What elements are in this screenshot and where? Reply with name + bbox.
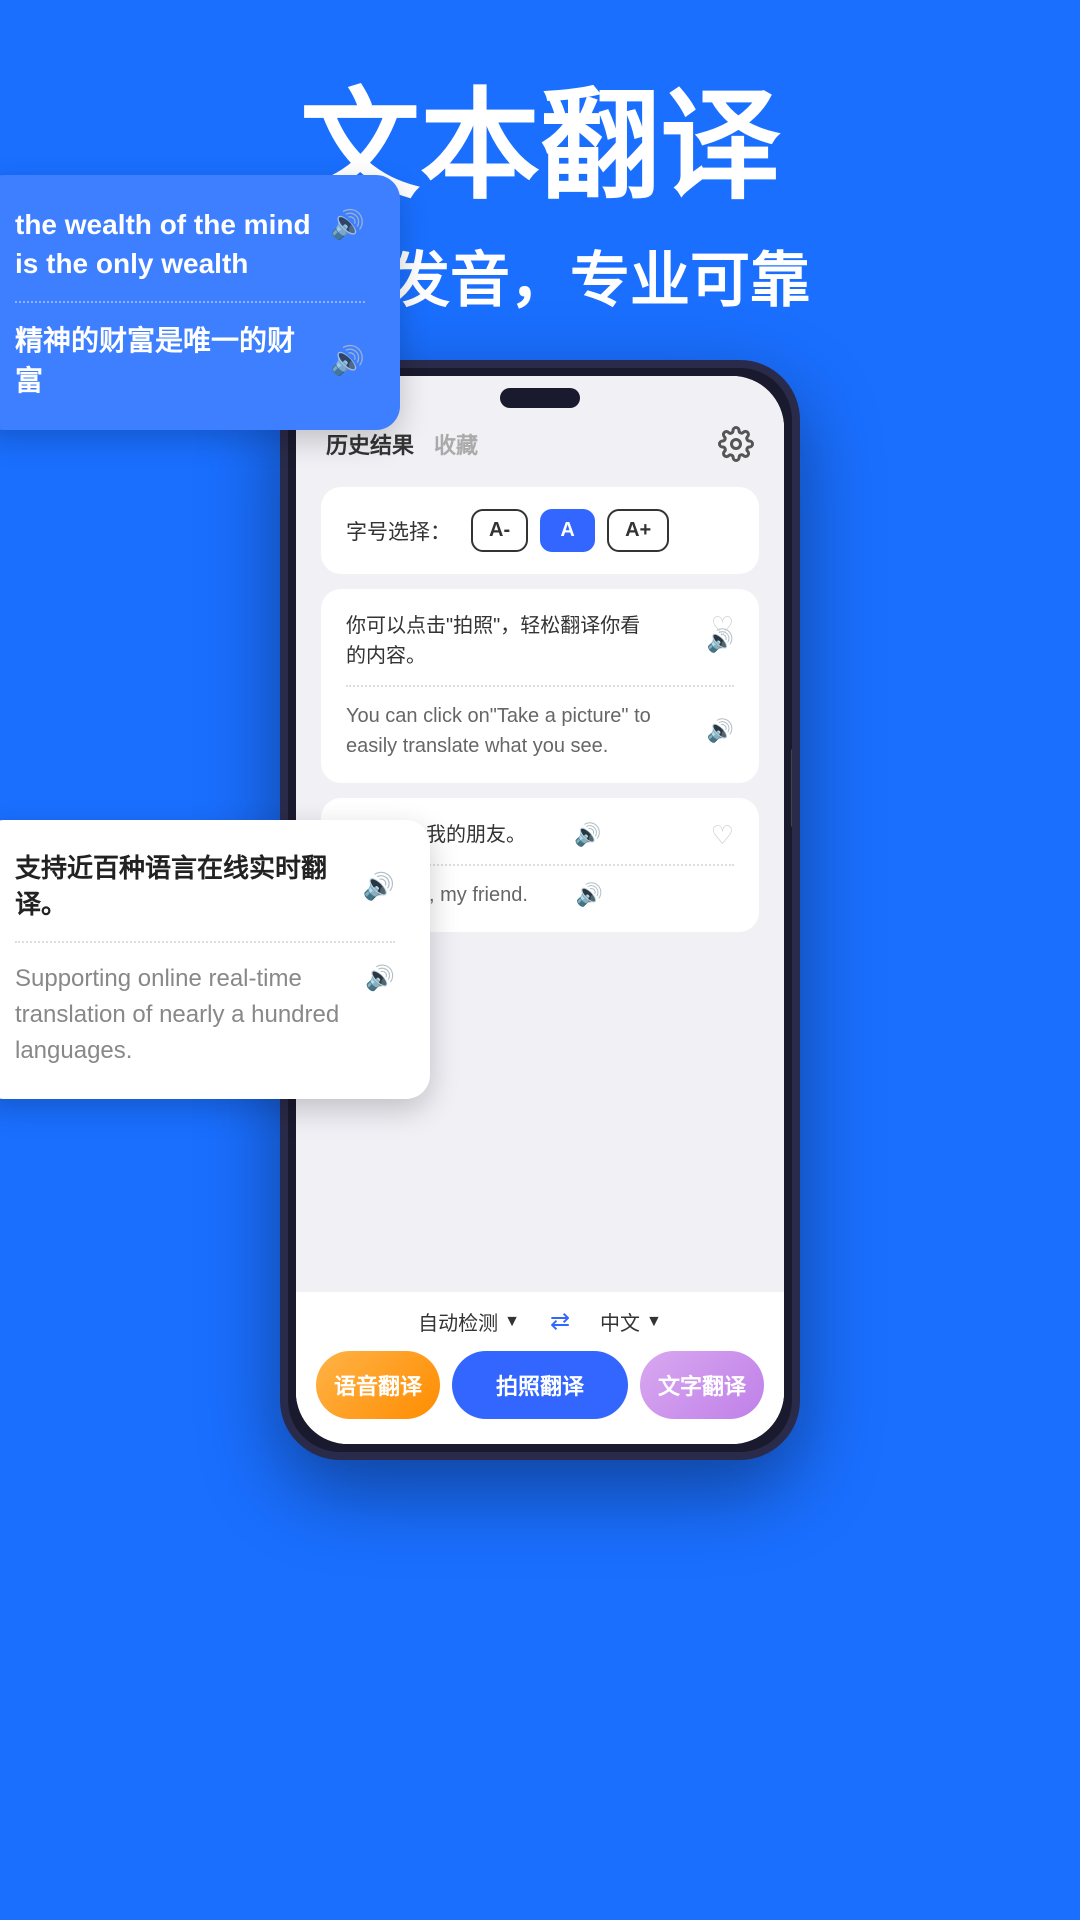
font-large-button[interactable]: A+ bbox=[607, 509, 669, 552]
action-buttons: 语音翻译 拍照翻译 文字翻译 bbox=[316, 1351, 764, 1419]
target-text-1: You can click on"Take a picture" to easi… bbox=[346, 701, 699, 761]
font-medium-button[interactable]: A bbox=[540, 509, 595, 552]
speaker-icon-2b[interactable]: 🔊 bbox=[576, 882, 603, 908]
favorite-icon-2[interactable]: ♡ bbox=[711, 820, 734, 851]
photo-translate-button[interactable]: 拍照翻译 bbox=[452, 1351, 628, 1419]
fc2-target-speaker-icon[interactable]: 🔊 bbox=[365, 961, 395, 997]
fc1-source: the wealth of the mind is the only wealt… bbox=[15, 205, 365, 283]
phone-notch bbox=[500, 388, 580, 408]
source-text-1: 你可以点击"拍照"，轻松翻译你看的内容。 bbox=[346, 611, 699, 671]
lang-to-selector[interactable]: 中文 ▼ bbox=[600, 1307, 662, 1336]
settings-icon[interactable] bbox=[718, 426, 754, 462]
fc2-target: Supporting online real-time translation … bbox=[15, 961, 395, 1069]
voice-translate-button[interactable]: 语音翻译 bbox=[316, 1351, 440, 1419]
fc1-speaker-icon[interactable]: 🔊 bbox=[330, 205, 365, 244]
lang-from-selector[interactable]: 自动检测 ▼ bbox=[418, 1307, 520, 1336]
lang-selector-row: 自动检测 ▼ ⇄ 中文 ▼ bbox=[316, 1307, 764, 1336]
floating-card-languages: 支持近百种语言在线实时翻译。 🔊 Supporting online real-… bbox=[0, 820, 430, 1099]
floating-card-wealth: the wealth of the mind is the only wealt… bbox=[0, 175, 400, 430]
phone-bottom-bar: 自动检测 ▼ ⇄ 中文 ▼ 语音翻译 拍照翻译 文字翻译 bbox=[296, 1292, 784, 1444]
fc1-target-text: 精神的财富是唯一的财富 bbox=[15, 321, 320, 399]
fc1-source-text: the wealth of the mind is the only wealt… bbox=[15, 205, 320, 283]
history-tab[interactable]: 历史结果 bbox=[326, 428, 414, 460]
fc2-target-text: Supporting online real-time translation … bbox=[15, 961, 355, 1069]
translation-item-1: ♡ 你可以点击"拍照"，轻松翻译你看的内容。 🔊 You can click o… bbox=[321, 589, 759, 783]
font-size-label: 字号选择： bbox=[346, 516, 451, 546]
swap-languages-icon[interactable]: ⇄ bbox=[550, 1307, 570, 1336]
source-row-1: 你可以点击"拍照"，轻松翻译你看的内容。 🔊 bbox=[346, 611, 734, 671]
lang-to-label: 中文 bbox=[600, 1307, 640, 1336]
speaker-icon-2[interactable]: 🔊 bbox=[574, 822, 601, 848]
favorites-tab[interactable]: 收藏 bbox=[434, 428, 478, 460]
target-row-1: You can click on"Take a picture" to easi… bbox=[346, 701, 734, 761]
fc2-speaker-icon[interactable]: 🔊 bbox=[363, 868, 395, 904]
font-size-buttons: A- A A+ bbox=[471, 509, 669, 552]
fc1-target-speaker-icon[interactable]: 🔊 bbox=[330, 341, 365, 380]
volume-button bbox=[791, 748, 797, 828]
fc2-source-text: 支持近百种语言在线实时翻译。 bbox=[15, 850, 363, 923]
font-size-card: 字号选择： A- A A+ bbox=[321, 487, 759, 574]
lang-from-arrow: ▼ bbox=[504, 1313, 520, 1331]
lang-to-arrow: ▼ bbox=[646, 1313, 662, 1331]
font-small-button[interactable]: A- bbox=[471, 509, 528, 552]
speaker-icon-1b[interactable]: 🔊 bbox=[707, 718, 734, 744]
favorite-icon-1[interactable]: ♡ bbox=[711, 611, 734, 642]
fc2-source: 支持近百种语言在线实时翻译。 🔊 bbox=[15, 850, 395, 923]
lang-from-label: 自动检测 bbox=[418, 1307, 498, 1336]
fc1-target: 精神的财富是唯一的财富 🔊 bbox=[15, 321, 365, 399]
text-translate-button[interactable]: 文字翻译 bbox=[640, 1351, 764, 1419]
